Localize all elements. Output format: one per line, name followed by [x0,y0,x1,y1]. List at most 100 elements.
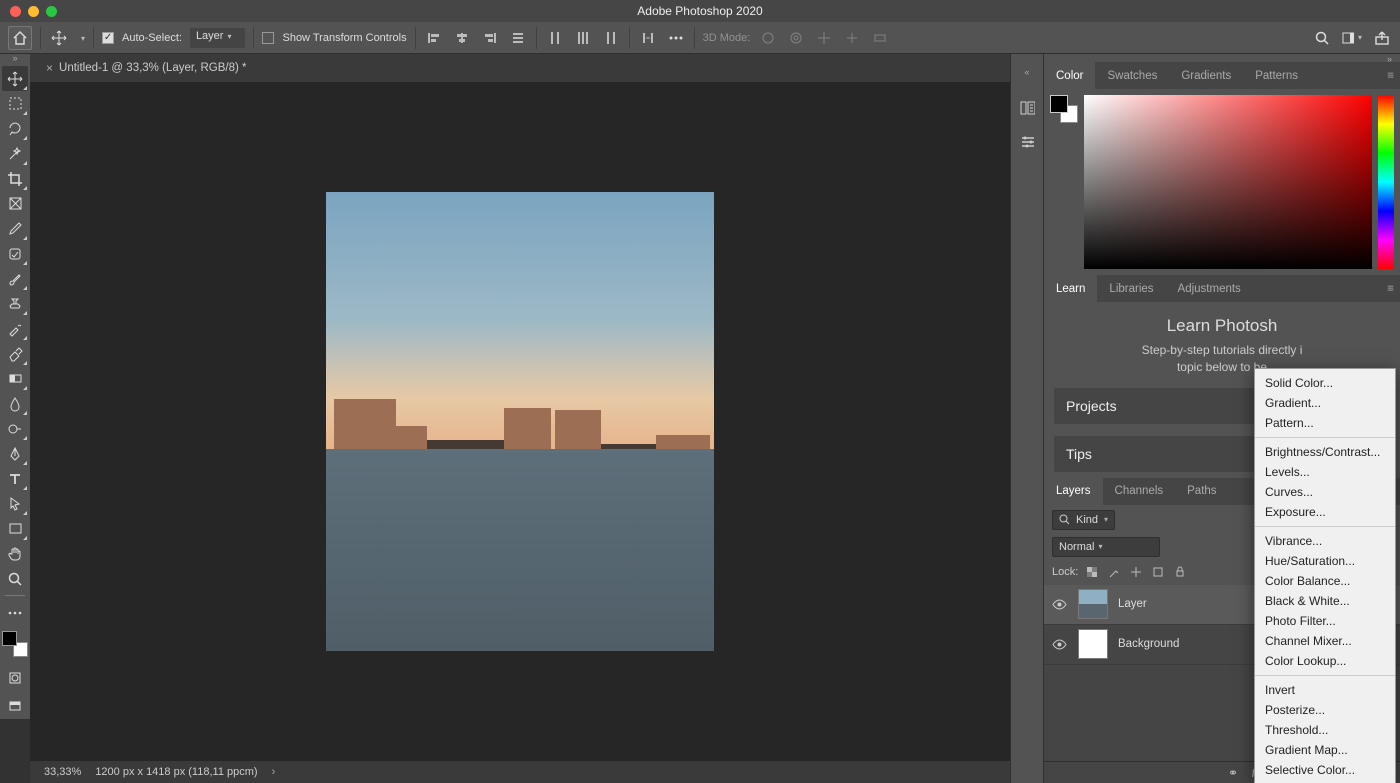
menu-item[interactable]: Black & White... [1255,591,1395,611]
status-chevron-icon[interactable]: › [272,766,276,778]
lock-image-icon[interactable] [1106,564,1122,580]
path-selection-tool[interactable] [2,491,28,516]
menu-item[interactable]: Curves... [1255,482,1395,502]
color-fgbg-swatches[interactable] [1050,95,1078,123]
tab-patterns[interactable]: Patterns [1243,62,1310,89]
home-button[interactable] [8,26,32,50]
tab-color[interactable]: Color [1044,62,1095,89]
screen-mode-icon[interactable] [2,694,28,719]
auto-select-checkbox[interactable]: ✓ [102,32,114,44]
healing-brush-tool[interactable] [2,241,28,266]
more-options-icon[interactable] [666,28,686,48]
visibility-eye-icon[interactable] [1052,639,1068,650]
share-icon[interactable] [1372,28,1392,48]
menu-item[interactable]: Exposure... [1255,502,1395,522]
distribute-bottom-icon[interactable] [601,28,621,48]
menu-item[interactable]: Gradient Map... [1255,740,1395,760]
history-brush-tool[interactable] [2,316,28,341]
blend-mode-dropdown[interactable]: Normal [1052,537,1160,557]
foreground-swatch[interactable] [1050,95,1068,113]
edit-toolbar-icon[interactable] [2,600,28,625]
move-tool[interactable] [2,66,28,91]
marquee-tool[interactable] [2,91,28,116]
close-window-button[interactable] [10,6,21,17]
menu-item[interactable]: Color Lookup... [1255,651,1395,671]
menu-item[interactable]: Brightness/Contrast... [1255,442,1395,462]
lock-all-icon[interactable] [1172,564,1188,580]
tab-learn[interactable]: Learn [1044,275,1097,302]
type-tool[interactable] [2,466,28,491]
search-icon[interactable] [1312,28,1332,48]
zoom-tool[interactable] [2,566,28,591]
brush-tool[interactable] [2,266,28,291]
magic-wand-tool[interactable] [2,141,28,166]
close-tab-icon[interactable]: × [46,61,53,75]
tab-layers[interactable]: Layers [1044,478,1103,505]
lasso-tool[interactable] [2,116,28,141]
eyedropper-tool[interactable] [2,216,28,241]
tab-libraries[interactable]: Libraries [1097,275,1165,302]
align-horizontal-centers-icon[interactable] [452,28,472,48]
lock-position-icon[interactable] [1128,564,1144,580]
doc-dimensions[interactable]: 1200 px x 1418 px (118,11 ppcm) [95,766,257,778]
foreground-background-colors[interactable] [2,631,28,657]
hand-tool[interactable] [2,541,28,566]
link-layers-icon[interactable]: ⚭ [1226,766,1240,780]
tab-gradients[interactable]: Gradients [1169,62,1243,89]
layer-name[interactable]: Background [1118,638,1179,650]
workspace-switcher[interactable] [1342,28,1362,48]
tab-paths[interactable]: Paths [1175,478,1228,505]
maximize-window-button[interactable] [46,6,57,17]
frame-tool[interactable] [2,191,28,216]
properties-panel-icon[interactable] [1019,134,1035,150]
minimize-window-button[interactable] [28,6,39,17]
blur-tool[interactable] [2,391,28,416]
show-transform-checkbox[interactable] [262,32,274,44]
layer-name[interactable]: Layer [1118,598,1147,610]
tab-swatches[interactable]: Swatches [1095,62,1169,89]
align-left-edges-icon[interactable] [424,28,444,48]
color-picker-field[interactable] [1084,95,1372,269]
panel-menu-icon[interactable]: ≡ [1387,283,1394,295]
tab-channels[interactable]: Channels [1103,478,1176,505]
tool-preset-dropdown[interactable] [77,32,85,44]
menu-item[interactable]: Hue/Saturation... [1255,551,1395,571]
hue-slider[interactable] [1378,95,1394,269]
menu-item[interactable]: Invert [1255,680,1395,700]
clone-stamp-tool[interactable] [2,291,28,316]
canvas-area[interactable] [30,82,1010,761]
menu-item[interactable]: Threshold... [1255,720,1395,740]
menu-item[interactable]: Solid Color... [1255,373,1395,393]
distribute-spacing-icon[interactable] [638,28,658,48]
menu-item[interactable]: Color Balance... [1255,571,1395,591]
visibility-eye-icon[interactable] [1052,599,1068,610]
align-right-edges-icon[interactable] [480,28,500,48]
menu-item[interactable]: Photo Filter... [1255,611,1395,631]
collapse-arrow-icon[interactable]: « [1011,68,1043,76]
align-options-icon[interactable] [508,28,528,48]
tab-adjustments[interactable]: Adjustments [1166,275,1253,302]
menu-item[interactable]: Pattern... [1255,413,1395,433]
distribute-top-icon[interactable] [545,28,565,48]
menu-item[interactable]: Vibrance... [1255,531,1395,551]
lock-artboard-icon[interactable] [1150,564,1166,580]
layer-thumbnail[interactable] [1078,629,1108,659]
auto-select-target-dropdown[interactable]: Layer [190,28,246,48]
menu-item[interactable]: Levels... [1255,462,1395,482]
lock-transparency-icon[interactable] [1084,564,1100,580]
zoom-level[interactable]: 33,33% [44,766,81,778]
quick-mask-icon[interactable] [2,665,28,690]
layer-thumbnail[interactable] [1078,589,1108,619]
eraser-tool[interactable] [2,341,28,366]
distribute-vertical-icon[interactable] [573,28,593,48]
document-tab[interactable]: × Untitled-1 @ 33,3% (Layer, RGB/8) * [38,61,254,75]
filter-kind-dropdown[interactable]: Kind ▾ [1052,510,1115,530]
history-panel-icon[interactable] [1019,100,1035,116]
menu-item[interactable]: Selective Color... [1255,760,1395,780]
menu-item[interactable]: Channel Mixer... [1255,631,1395,651]
crop-tool[interactable] [2,166,28,191]
collapse-toolbox-arrow[interactable]: » [0,54,30,62]
dodge-tool[interactable] [2,416,28,441]
foreground-color-swatch[interactable] [2,631,17,646]
panel-menu-icon[interactable]: ≡ [1387,70,1394,82]
